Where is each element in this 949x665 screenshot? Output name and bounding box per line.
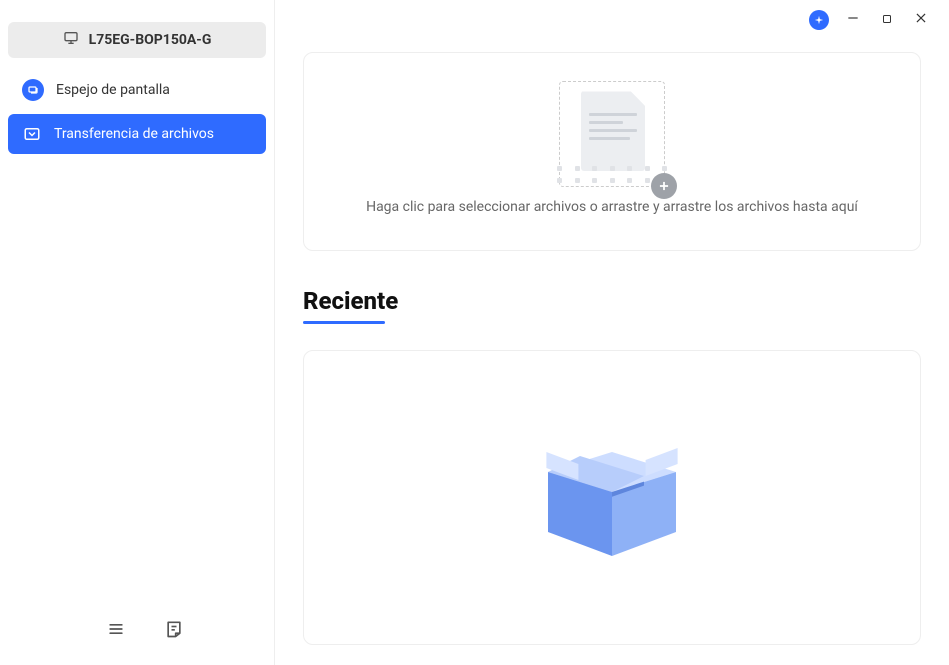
sidebar-item-label: Transferencia de archivos [54, 126, 214, 142]
maximize-button[interactable] [877, 10, 897, 30]
sidebar-spacer [4, 156, 270, 601]
note-icon [164, 619, 184, 643]
recent-empty-card [303, 350, 921, 645]
device-header[interactable]: L75EG-BOP150A-G [8, 22, 266, 58]
minimize-button[interactable] [843, 10, 863, 30]
sidebar: L75EG-BOP150A-G Espejo de pantalla Trans… [0, 0, 275, 665]
recent-heading: Reciente [303, 287, 921, 315]
dropzone-hint: Haga clic para seleccionar archivos o ar… [346, 199, 878, 215]
file-transfer-icon [22, 124, 42, 144]
close-icon [914, 10, 928, 29]
maximize-icon [881, 10, 893, 29]
sidebar-item-label: Espejo de pantalla [56, 82, 170, 98]
plus-icon [651, 173, 677, 199]
heading-underline [303, 321, 385, 324]
document-placeholder-icon [565, 87, 659, 181]
window-titlebar [303, 0, 931, 40]
minimize-icon [846, 10, 860, 29]
screen-mirror-icon [22, 79, 44, 101]
note-button[interactable] [162, 619, 186, 643]
main-content: Haga clic para seleccionar archivos o ar… [275, 0, 949, 665]
menu-icon [106, 619, 126, 643]
file-dropzone[interactable]: Haga clic para seleccionar archivos o ar… [303, 52, 921, 251]
sidebar-footer [4, 601, 270, 661]
monitor-icon [63, 30, 79, 50]
menu-button[interactable] [104, 619, 128, 643]
close-button[interactable] [911, 10, 931, 30]
sidebar-item-screen-mirror[interactable]: Espejo de pantalla [8, 70, 266, 110]
empty-box-icon [532, 426, 692, 570]
sparkle-badge-icon[interactable] [809, 10, 829, 30]
sidebar-item-file-transfer[interactable]: Transferencia de archivos [8, 114, 266, 154]
device-name: L75EG-BOP150A-G [89, 32, 212, 48]
